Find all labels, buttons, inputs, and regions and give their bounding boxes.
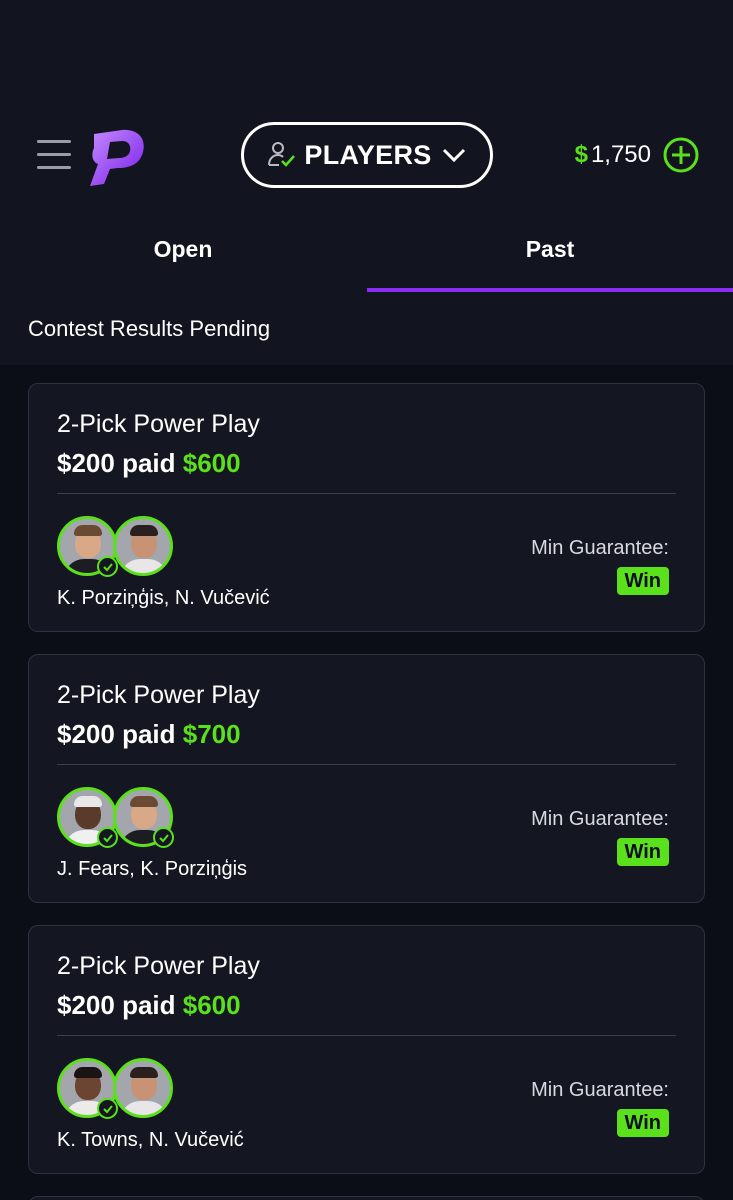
player-avatars (57, 1058, 177, 1119)
divider (57, 764, 676, 765)
player-avatars (57, 516, 177, 577)
entry-title: 2-Pick Power Play (57, 681, 260, 709)
hamburger-icon[interactable] (37, 140, 73, 172)
player-names: K. Towns, N. Vučević (57, 1129, 244, 1151)
entries-tabs: Open Past (0, 220, 733, 292)
check-icon (97, 556, 118, 577)
entry-title: 2-Pick Power Play (57, 410, 260, 438)
entry-paid: $200 paid $600 (57, 448, 241, 478)
player-names: K. Porziņģis, N. Vučević (57, 587, 270, 609)
check-icon (153, 827, 174, 848)
player-avatar (113, 516, 173, 576)
entry-card[interactable]: 2-Pick Power Play $200 paid $600 K. Town… (28, 925, 705, 1174)
balance-amount: $1,750 (574, 141, 651, 168)
entry-paid: $200 paid $700 (57, 719, 241, 749)
entry-card[interactable]: 2-Pick Power Play $200 paid $600 K. Porz… (28, 383, 705, 632)
prizepicks-logo[interactable] (88, 126, 146, 188)
player-avatars (57, 787, 177, 848)
players-label: PLAYERS (304, 139, 432, 170)
entry-card[interactable] (28, 1196, 705, 1200)
min-guarantee-label: Min Guarantee: (531, 1079, 669, 1101)
plus-circle-icon[interactable] (663, 137, 699, 173)
user-check-icon (268, 142, 296, 167)
check-icon (97, 827, 118, 848)
app-header: PLAYERS $1,750 Open Past Contest Results… (0, 0, 733, 365)
check-icon (97, 1098, 118, 1119)
min-guarantee-label: Min Guarantee: (531, 537, 669, 559)
result-badge: Win (616, 567, 669, 595)
tab-past[interactable]: Past (367, 220, 733, 292)
result-badge: Win (616, 1109, 669, 1137)
chevron-down-icon (442, 148, 465, 163)
player-names: J. Fears, K. Porziņģis (57, 858, 248, 880)
section-title: Contest Results Pending (28, 316, 271, 341)
players-dropdown-button[interactable]: PLAYERS (241, 122, 493, 188)
entry-paid: $200 paid $600 (57, 990, 241, 1020)
divider (57, 493, 676, 494)
balance-display: $1,750 (575, 136, 699, 174)
player-avatar (113, 1058, 173, 1118)
entry-card[interactable]: 2-Pick Power Play $200 paid $700 J. Fear… (28, 654, 705, 903)
min-guarantee-label: Min Guarantee: (531, 808, 669, 830)
result-badge: Win (616, 838, 669, 866)
divider (57, 1035, 676, 1036)
tab-open[interactable]: Open (0, 220, 366, 292)
entry-title: 2-Pick Power Play (57, 952, 260, 980)
